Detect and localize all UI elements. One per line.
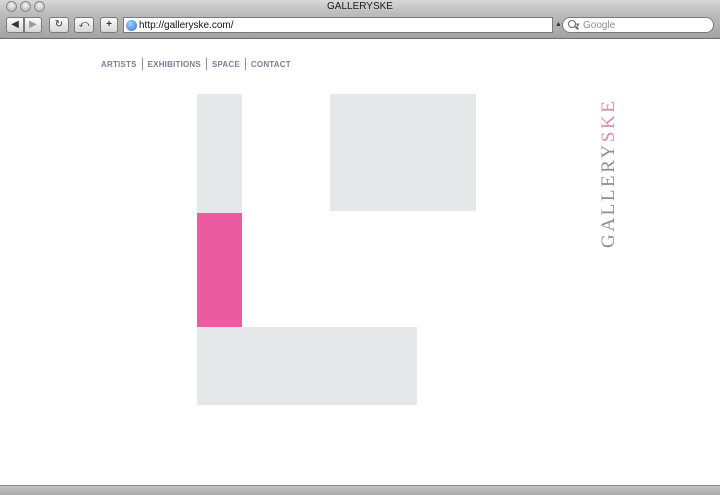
nav-exhibitions-link[interactable]: EXHIBITIONS <box>148 59 201 70</box>
browser-toolbar: ◀ ▶ ↻ ⤺ + http://galleryske.com/ ▲ ▾ Goo… <box>0 13 720 39</box>
nav-divider <box>205 58 207 70</box>
search-placeholder: Google <box>583 20 616 31</box>
browser-statusbar <box>0 485 720 495</box>
nav-divider <box>244 58 246 70</box>
snapback-button[interactable]: ⤺ <box>74 17 94 33</box>
nav-space-link[interactable]: SPACE <box>212 59 240 70</box>
window-titlebar: GALLERYSKE <box>0 0 720 13</box>
search-field[interactable]: ▾ Google <box>562 17 714 33</box>
site-logo[interactable]: GALLERYSKE <box>598 98 619 248</box>
snapback-icon: ⤺ <box>78 19 90 30</box>
globe-icon <box>126 20 137 31</box>
chevron-down-icon[interactable]: ▾ <box>576 19 580 32</box>
gray-block-top-left <box>197 94 242 213</box>
add-bookmark-button[interactable]: + <box>100 17 118 33</box>
back-button[interactable]: ◀ <box>6 17 24 33</box>
gray-block-top-right <box>330 94 476 211</box>
reload-icon: ↻ <box>54 19 64 30</box>
search-icon[interactable] <box>568 20 576 28</box>
logo-text-ske: SKE <box>598 98 619 143</box>
address-bar[interactable]: http://galleryske.com/ <box>123 17 553 33</box>
back-arrow-icon: ◀ <box>11 19 19 30</box>
forward-button[interactable]: ▶ <box>24 17 42 33</box>
logo-text-gallery: GALLERY <box>598 142 619 248</box>
gray-block-bottom <box>197 327 417 405</box>
nav-divider <box>141 58 143 70</box>
nav-artists-link[interactable]: ARTISTS <box>101 59 137 70</box>
reload-button[interactable]: ↻ <box>49 17 69 33</box>
plus-icon: + <box>106 19 112 30</box>
pink-block <box>197 213 242 327</box>
address-url[interactable]: http://galleryske.com/ <box>139 19 233 32</box>
address-dropdown-icon[interactable]: ▲ <box>555 17 562 33</box>
window-title: GALLERYSKE <box>327 1 393 12</box>
forward-arrow-icon: ▶ <box>29 19 37 30</box>
site-nav: ARTISTS EXHIBITIONS SPACE CONTACT <box>101 58 291 70</box>
nav-contact-link[interactable]: CONTACT <box>251 59 291 70</box>
